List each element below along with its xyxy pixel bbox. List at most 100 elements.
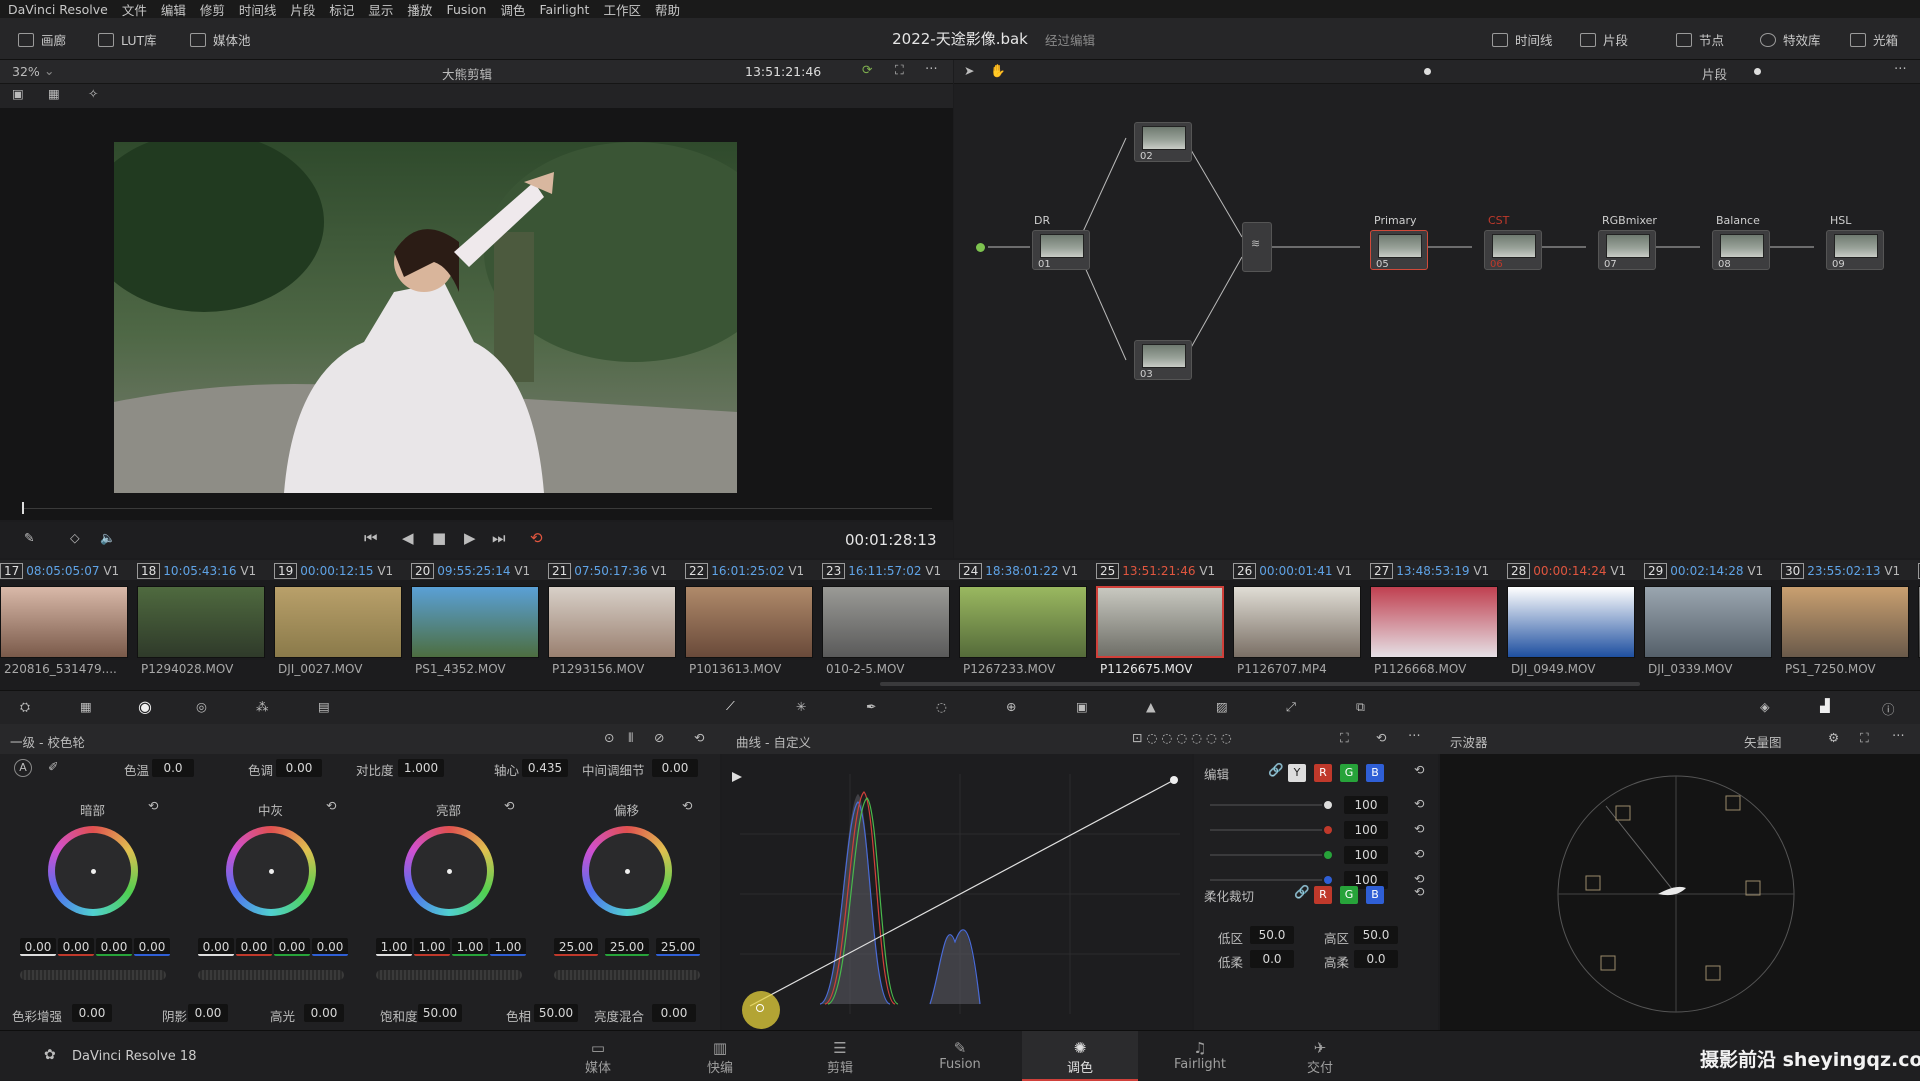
reset-icon[interactable]: ⟲ [1414,884,1424,899]
reset-icon[interactable]: ⟲ [504,798,514,813]
tracker-icon[interactable]: ⊕ [1006,699,1016,714]
clip-header[interactable]: 25 13:51:21:46 V1 [1096,563,1215,579]
low-soft-field[interactable]: 0.0 [1250,950,1294,968]
master-wheel-slider[interactable] [554,970,700,980]
reset-icon[interactable]: ⟲ [682,798,692,813]
node-02[interactable]: 02 [1134,122,1192,162]
curve-mode-icon[interactable]: ⊡ ◌ ◌ ◌ ◌ ◌ ◌ [1132,730,1232,745]
intensity-slider[interactable] [1210,829,1322,831]
magic-wand-icon[interactable]: ✧ [88,86,98,101]
clip-scrollbar[interactable] [880,682,1640,686]
midtone-detail-field[interactable]: 0.00 [652,759,698,777]
temp-field[interactable]: 0.0 [152,759,194,777]
curves-icon[interactable]: ⟋ [726,698,735,714]
fullscreen-icon[interactable]: ⛶ [895,62,904,78]
clip-header[interactable]: 24 18:38:01:22 V1 [959,563,1078,579]
wheel-center-dot[interactable] [625,869,630,874]
clip-thumbnail[interactable] [548,586,676,658]
more-options-icon[interactable]: ⋯ [1894,60,1907,75]
channel-y-button[interactable]: Y [1288,764,1306,782]
wheel-value-field[interactable]: 0.00 [20,938,56,956]
reset-icon[interactable]: ⟲ [1414,821,1424,836]
node-06[interactable]: 06 [1484,230,1542,270]
master-wheel-slider[interactable] [376,970,522,980]
layers-icon[interactable]: ◇ [70,530,80,545]
play-reverse-icon[interactable]: ◀ [402,529,414,547]
skip-forward-icon[interactable]: ⏭ [492,529,506,547]
color-wheels-icon[interactable]: ◉ [138,697,152,716]
magic-mask-icon[interactable]: ▣ [1076,699,1088,714]
settings-icon[interactable]: ⚙ [1828,730,1839,745]
high-field[interactable]: 50.0 [1354,926,1398,944]
intensity-field[interactable]: 100 [1344,846,1388,864]
playhead-marker[interactable] [22,502,24,514]
color-boost-field[interactable]: 0.00 [72,1004,112,1022]
clip-header[interactable]: 30 23:55:02:13 V1 [1781,563,1900,579]
node-01[interactable]: 01 [1032,230,1090,270]
shadow-field[interactable]: 0.00 [188,1004,228,1022]
wheel-value-field[interactable]: 0.00 [312,938,348,956]
intensity-handle[interactable] [1324,801,1332,809]
curve-graph[interactable] [740,774,1180,1014]
skip-back-icon[interactable]: ⏮ [364,529,378,547]
sync-icon[interactable]: ⟳ [862,62,872,77]
reset-icon[interactable]: ⟲ [148,798,158,813]
page-button-5[interactable]: ♫ Fairlight [1170,1039,1230,1072]
intensity-field[interactable]: 100 [1344,821,1388,839]
menu-item[interactable]: Fairlight [539,2,589,17]
pivot-field[interactable]: 0.435 [522,759,568,777]
wheel-value-field[interactable]: 0.00 [58,938,94,956]
info-icon[interactable]: ⓘ [1882,699,1895,718]
intensity-slider[interactable] [1210,854,1322,856]
color-wheel[interactable] [404,826,494,916]
zoom-slider-handle[interactable] [1754,68,1761,75]
timeline-button[interactable]: 时间线 [1492,30,1553,49]
low-field[interactable]: 50.0 [1250,926,1294,944]
window-icon[interactable]: ◌ [936,699,947,714]
clip-header[interactable]: 21 07:50:17:36 V1 [548,563,667,579]
node-03[interactable]: 03 [1134,340,1192,380]
menu-item[interactable]: 修剪 [200,0,225,19]
node-05[interactable]: 05 [1370,230,1428,270]
page-dot[interactable] [1424,68,1431,75]
color-wheel[interactable] [48,826,138,916]
clip-header[interactable]: 18 10:05:43:16 V1 [137,563,256,579]
color-wheel[interactable] [582,826,672,916]
zoom-level[interactable]: 32% [12,64,40,79]
page-button-2[interactable]: ☰ 剪辑 [810,1039,870,1076]
channel-r-button[interactable]: R [1314,764,1332,782]
reset-icon[interactable]: ⟲ [1414,796,1424,811]
play-icon[interactable]: ▶ [464,529,476,547]
viewer-clip-name[interactable]: 大熊剪辑 [442,64,492,83]
wheel-value-field[interactable]: 0.00 [274,938,310,956]
wheel-value-field[interactable]: 25.00 [554,938,598,956]
soft-g-button[interactable]: G [1340,886,1358,904]
contrast-field[interactable]: 1.000 [398,759,444,777]
blur-icon[interactable]: ▲ [1146,699,1156,714]
wheel-center-dot[interactable] [447,869,452,874]
log-mode-icon[interactable]: ⊘ [654,730,664,745]
menu-item[interactable]: 工作区 [603,0,641,19]
clip-thumbnail[interactable] [0,586,128,658]
reset-icon[interactable]: ⟲ [326,798,336,813]
wheel-mode-icon[interactable]: ⊙ [604,730,614,745]
intensity-handle[interactable] [1324,826,1332,834]
wheel-value-field[interactable]: 1.00 [490,938,526,956]
chevron-down-icon[interactable]: ⌄ [44,63,54,78]
clip-header[interactable]: 26 00:00:01:41 V1 [1233,563,1352,579]
effects-button[interactable]: 特效库 [1760,30,1821,49]
menu-item[interactable]: Fusion [446,2,486,17]
wheel-value-field[interactable]: 25.00 [656,938,700,956]
link-icon[interactable]: 🔗 [1268,762,1284,778]
clip-thumbnail[interactable] [1096,586,1224,658]
clip-thumbnail[interactable] [959,586,1087,658]
menu-item[interactable]: 文件 [122,0,147,19]
clip-thumbnail[interactable] [1781,586,1909,658]
wheel-value-field[interactable]: 1.00 [376,938,412,956]
page-button-6[interactable]: ✈ 交付 [1290,1039,1350,1076]
clip-thumbnail[interactable] [1507,586,1635,658]
clip-thumbnail[interactable] [274,586,402,658]
master-wheel-slider[interactable] [198,970,344,980]
color-warper-icon[interactable]: ✳ [796,699,806,714]
wheel-value-field[interactable]: 1.00 [414,938,450,956]
